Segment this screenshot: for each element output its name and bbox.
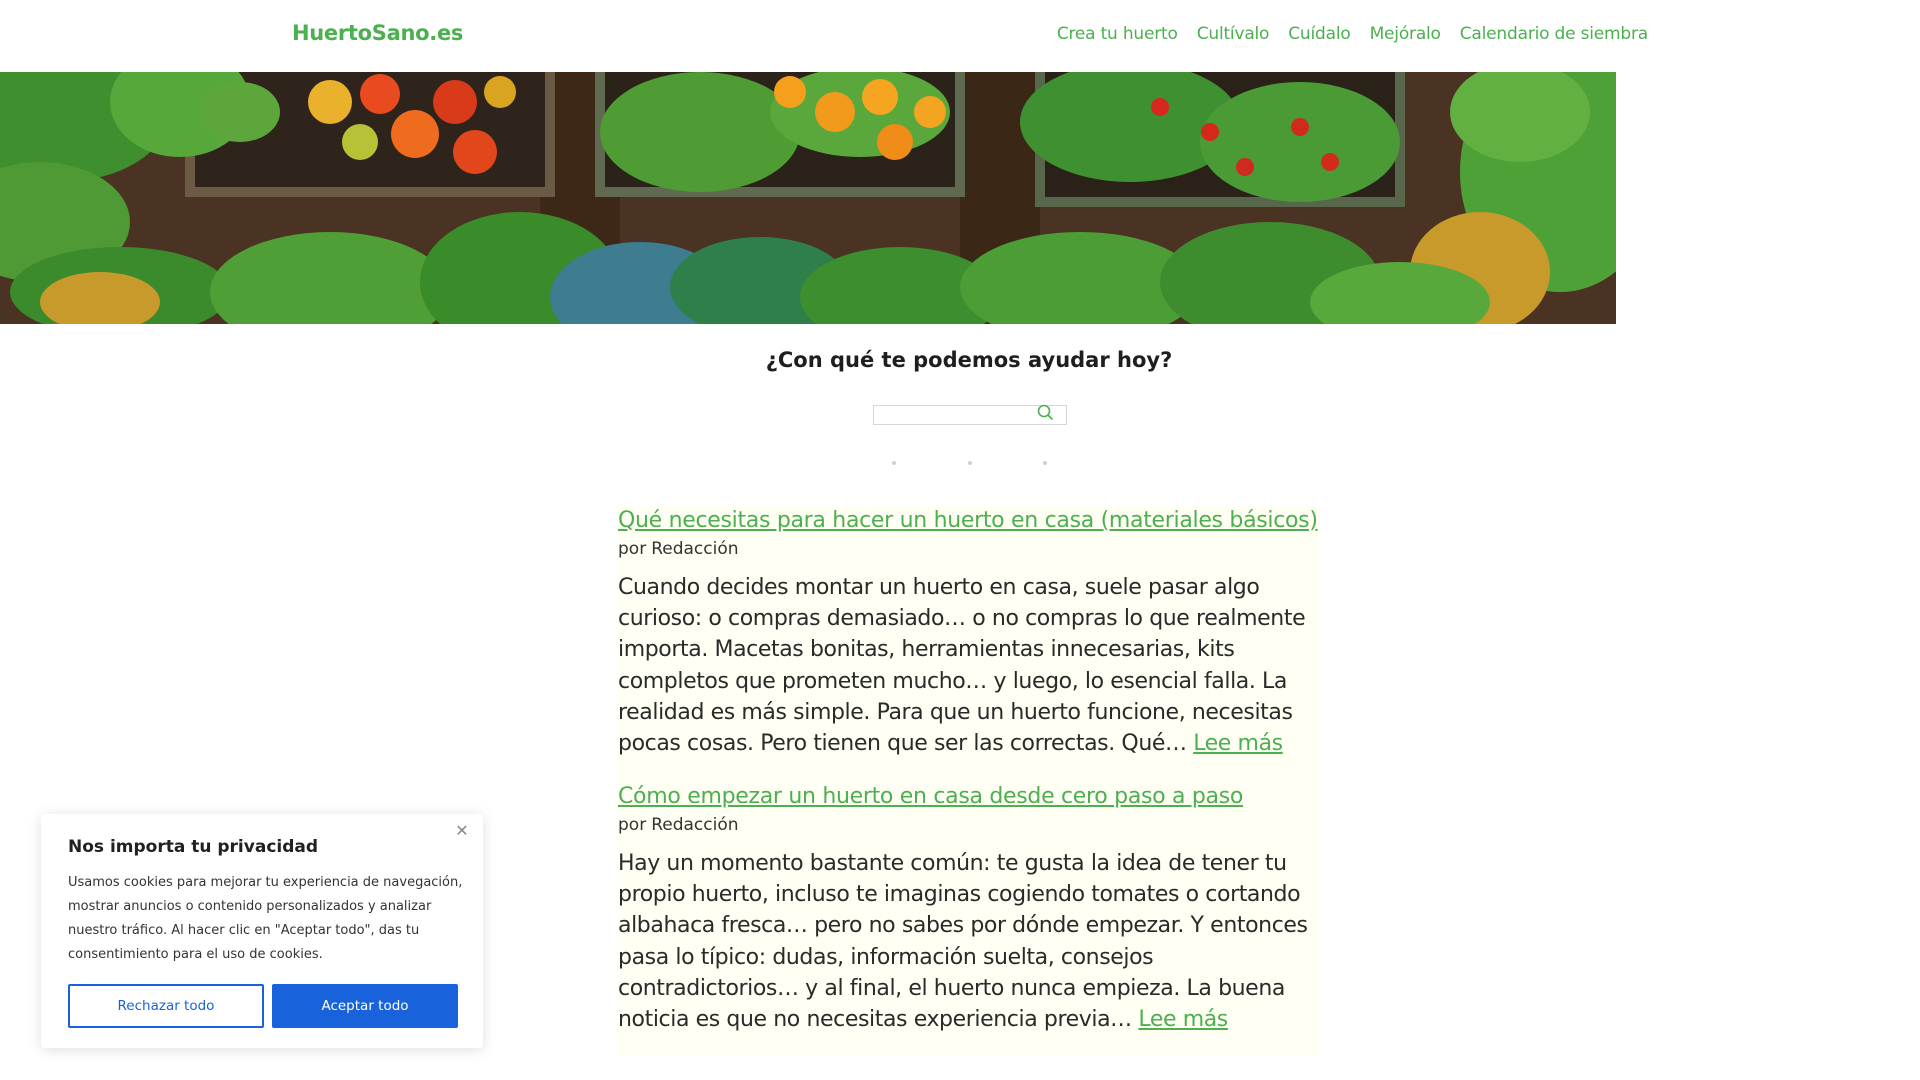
- article-title-link[interactable]: Cómo empezar un huerto en casa desde cer…: [618, 782, 1328, 812]
- nav-item-cultivalo[interactable]: Cultívalo: [1197, 24, 1270, 44]
- carousel-dot[interactable]: [892, 461, 896, 465]
- excerpt-text: Hay un momento bastante común: te gusta …: [618, 851, 1308, 1033]
- nav-item-calendario-de-siembra[interactable]: Calendario de siembra: [1460, 24, 1648, 44]
- article-card: Qué necesitas para hacer un huerto en ca…: [618, 506, 1328, 759]
- article-author: por Redacción: [618, 536, 1328, 562]
- cookie-text: Usamos cookies para mejorar tu experienc…: [68, 875, 463, 962]
- help-heading: ¿Con qué te podemos ayudar hoy?: [765, 348, 1173, 372]
- cookie-banner: ✕ Nos importa tu privacidad Usamos cooki…: [41, 814, 483, 1048]
- nav-item-cuidalo[interactable]: Cuídalo: [1288, 24, 1351, 44]
- close-icon[interactable]: ✕: [453, 822, 471, 840]
- search-box: [873, 403, 1067, 425]
- reject-all-button[interactable]: Rechazar todo: [68, 984, 264, 1028]
- accept-all-button[interactable]: Aceptar todo: [272, 984, 458, 1028]
- cookie-title: Nos importa tu privacidad: [68, 837, 319, 857]
- excerpt-text: Cuando decides montar un huerto en casa,…: [618, 575, 1306, 757]
- search-input[interactable]: [874, 409, 1032, 425]
- search-icon[interactable]: [1036, 403, 1054, 421]
- carousel-dot[interactable]: [1043, 461, 1047, 465]
- article-excerpt: Hay un momento bastante común: te gusta …: [618, 848, 1328, 1035]
- nav-item-mejoralo[interactable]: Mejóralo: [1370, 24, 1441, 44]
- carousel-dots: [892, 461, 1052, 467]
- author-prefix: por: [618, 539, 647, 559]
- hero-garden-image: [0, 72, 1616, 324]
- article-card: Cómo empezar un huerto en casa desde cer…: [618, 782, 1328, 1035]
- article-author: por Redacción: [618, 812, 1328, 838]
- read-more-link[interactable]: Lee más: [1138, 1007, 1228, 1032]
- author-prefix: por: [618, 815, 647, 835]
- article-excerpt: Cuando decides montar un huerto en casa,…: [618, 572, 1328, 759]
- carousel-dot[interactable]: [968, 461, 972, 465]
- article-title-link[interactable]: Qué necesitas para hacer un huerto en ca…: [618, 506, 1328, 536]
- site-logo-link[interactable]: HuertoSano.es: [292, 21, 463, 45]
- main-nav: Crea tu huerto Cultívalo Cuídalo Mejóral…: [1057, 24, 1648, 44]
- site-header: HuertoSano.es Crea tu huerto Cultívalo C…: [0, 0, 1920, 72]
- author-name: Redacción: [651, 815, 739, 835]
- author-name: Redacción: [651, 539, 739, 559]
- article-list: Qué necesitas para hacer un huerto en ca…: [618, 506, 1320, 1056]
- nav-item-crea-tu-huerto[interactable]: Crea tu huerto: [1057, 24, 1178, 44]
- read-more-link[interactable]: Lee más: [1193, 731, 1283, 756]
